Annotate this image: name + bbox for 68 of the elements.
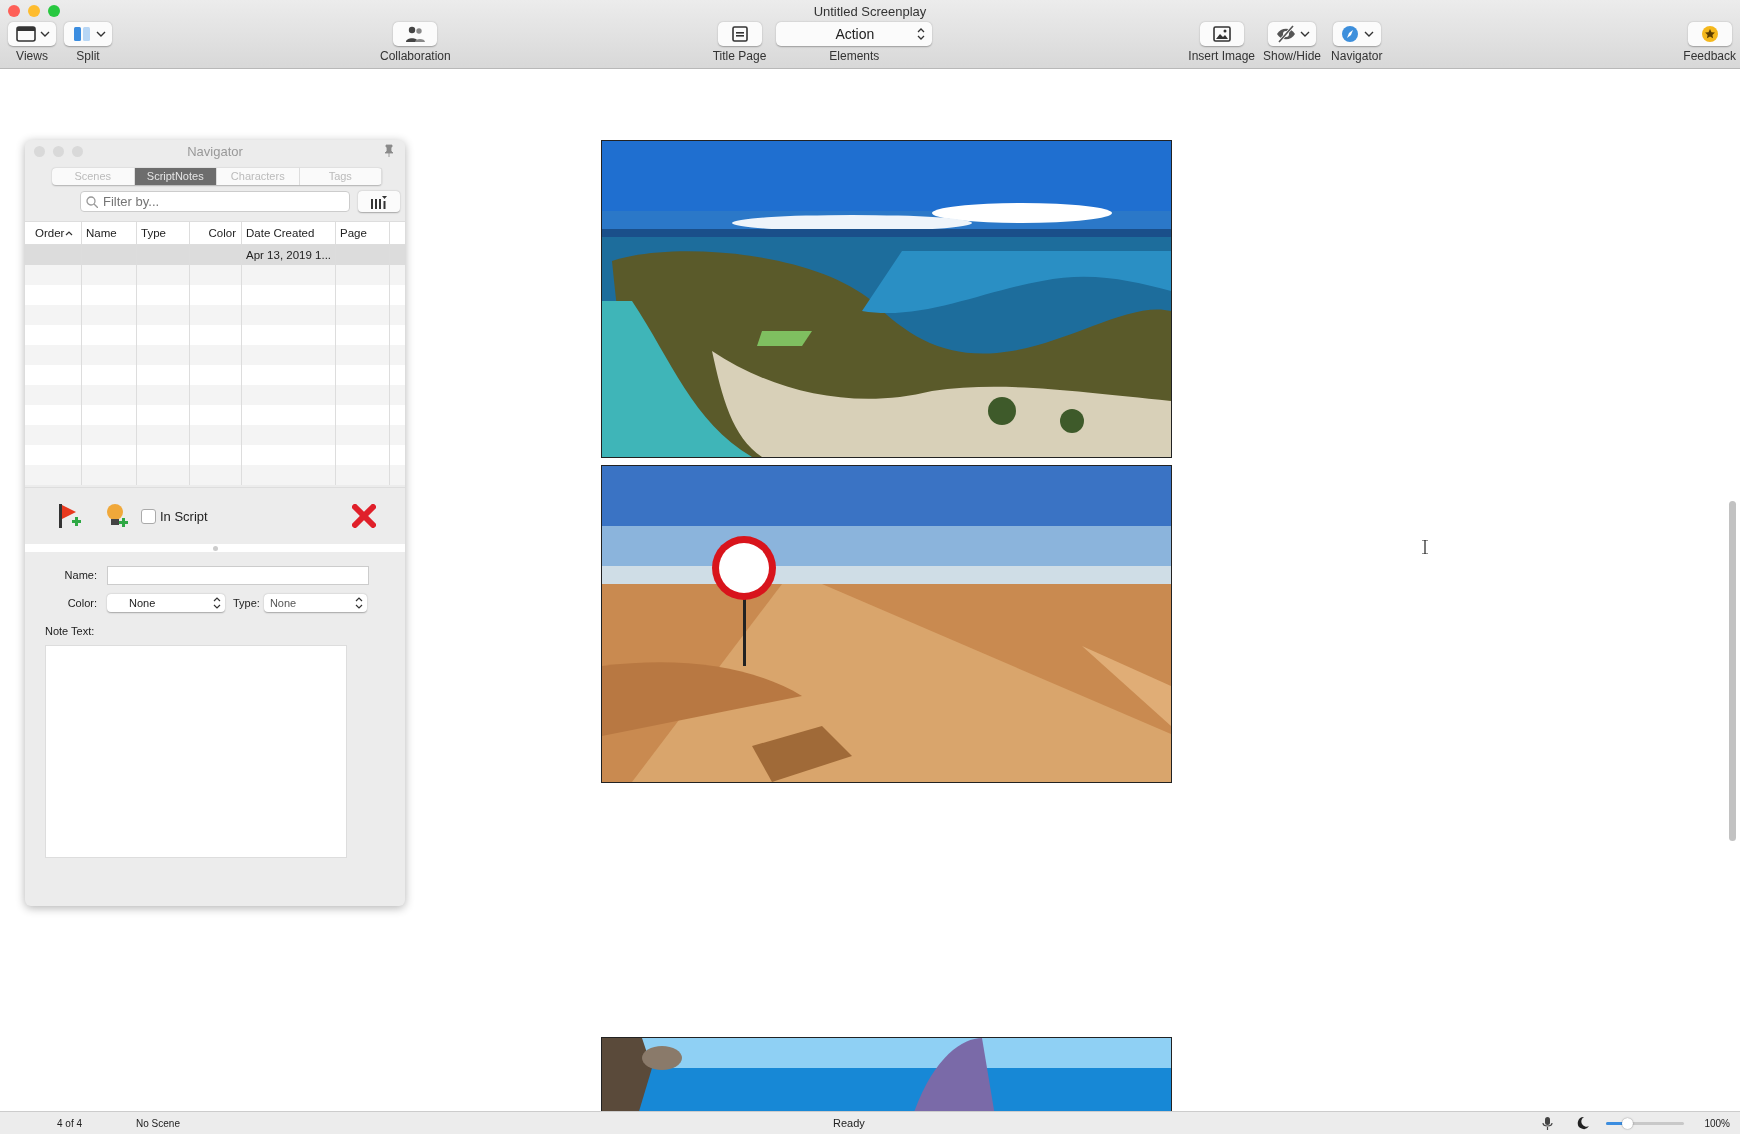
toolbar-label: Title Page bbox=[712, 49, 767, 63]
toolbar-label: Insert Image bbox=[1188, 49, 1255, 63]
search-icon bbox=[86, 196, 98, 208]
dropdown[interactable]: None bbox=[263, 594, 367, 612]
toolbar-label: Show/Hide bbox=[1263, 49, 1322, 63]
tab[interactable]: ScriptNotes bbox=[134, 168, 217, 185]
people-icon bbox=[404, 24, 427, 44]
toolbar-button[interactable] bbox=[393, 22, 438, 46]
microphone-icon bbox=[1541, 1116, 1555, 1130]
chevron-down-icon bbox=[39, 31, 50, 37]
chevron-down-icon bbox=[1299, 31, 1310, 37]
page-count: 4 of 4 bbox=[57, 1117, 83, 1129]
split-handle[interactable] bbox=[25, 544, 405, 552]
pin-icon bbox=[383, 144, 395, 158]
panel-title: Navigator bbox=[186, 144, 244, 159]
image-icon bbox=[1210, 24, 1233, 44]
table-row[interactable]: Apr 13, 2019 1... bbox=[25, 245, 405, 265]
checkbox-label: In Script bbox=[160, 508, 208, 524]
text-cursor-icon bbox=[1421, 540, 1429, 554]
close-button[interactable] bbox=[8, 5, 20, 17]
slider-thumb[interactable] bbox=[1622, 1117, 1634, 1129]
toolbar-button[interactable] bbox=[1687, 22, 1732, 46]
dropdown[interactable]: None bbox=[107, 594, 225, 612]
sort-ascending-icon bbox=[65, 229, 74, 237]
filter-field[interactable]: Filter by... bbox=[80, 191, 350, 212]
stepper-icon bbox=[916, 27, 927, 41]
scene-label: No Scene bbox=[136, 1117, 180, 1129]
scrollbar-thumb[interactable] bbox=[1729, 501, 1736, 841]
chevron-down-icon bbox=[95, 31, 106, 37]
column-header[interactable]: Name bbox=[82, 222, 137, 244]
column-header[interactable]: Order bbox=[25, 222, 82, 244]
toolbar-label: Navigator bbox=[1331, 49, 1383, 63]
name-field[interactable] bbox=[107, 565, 369, 585]
field-label: Color: bbox=[66, 597, 98, 609]
toolbar-label: Collaboration bbox=[380, 49, 451, 63]
toolbar-button[interactable] bbox=[717, 22, 762, 46]
stepper-icon bbox=[212, 596, 222, 610]
stepper-icon bbox=[353, 596, 364, 610]
toolbar-button[interactable] bbox=[1199, 22, 1244, 46]
window-title: Untitled Screenplay bbox=[812, 3, 928, 21]
window-icon bbox=[14, 24, 37, 44]
toolbar-label: Elements bbox=[829, 49, 880, 63]
columns-button[interactable] bbox=[358, 191, 400, 212]
toolbar-label: Feedback bbox=[1683, 49, 1736, 63]
toolbar-button[interactable] bbox=[1268, 22, 1317, 46]
lightbulb-plus-icon bbox=[105, 503, 131, 529]
toolbar-button[interactable] bbox=[8, 22, 56, 46]
column-header[interactable]: Page bbox=[336, 222, 390, 244]
chevron-down-icon bbox=[1364, 31, 1375, 37]
toolbar-label: Split bbox=[76, 49, 100, 63]
cross-icon bbox=[352, 504, 376, 528]
element-type-popup[interactable]: Action bbox=[776, 22, 933, 46]
zoom-level: 100% bbox=[1704, 1117, 1730, 1129]
status-text: Ready bbox=[833, 1117, 865, 1129]
moon-icon bbox=[1576, 1116, 1591, 1130]
eye-slash-icon bbox=[1274, 24, 1297, 44]
column-header[interactable]: Color bbox=[190, 222, 242, 244]
field-label: Type: bbox=[233, 597, 260, 609]
checkbox[interactable] bbox=[141, 508, 156, 524]
zoom-button[interactable] bbox=[48, 5, 60, 17]
toolbar-label: Views bbox=[16, 49, 48, 63]
field-label: Note Text: bbox=[45, 625, 96, 637]
delete-button[interactable] bbox=[349, 501, 379, 531]
column-header[interactable]: Date Created bbox=[242, 222, 336, 244]
column-header[interactable]: Type bbox=[137, 222, 190, 244]
flag-plus-icon bbox=[57, 503, 83, 529]
column-filter-icon bbox=[370, 194, 388, 209]
field-label: Name: bbox=[63, 569, 98, 581]
